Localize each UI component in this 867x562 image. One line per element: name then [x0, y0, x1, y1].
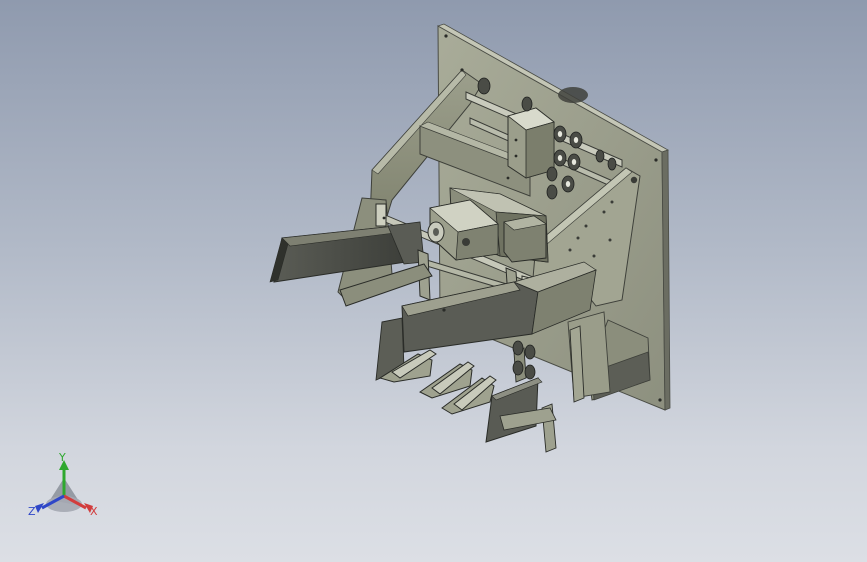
- motor-block-top[interactable]: [507, 107, 555, 179]
- cad-assembly-model[interactable]: [0, 0, 867, 562]
- handwheel-knob[interactable]: [427, 221, 445, 243]
- side-block[interactable]: [503, 215, 547, 263]
- graphics-viewport[interactable]: Y X Z: [0, 0, 867, 562]
